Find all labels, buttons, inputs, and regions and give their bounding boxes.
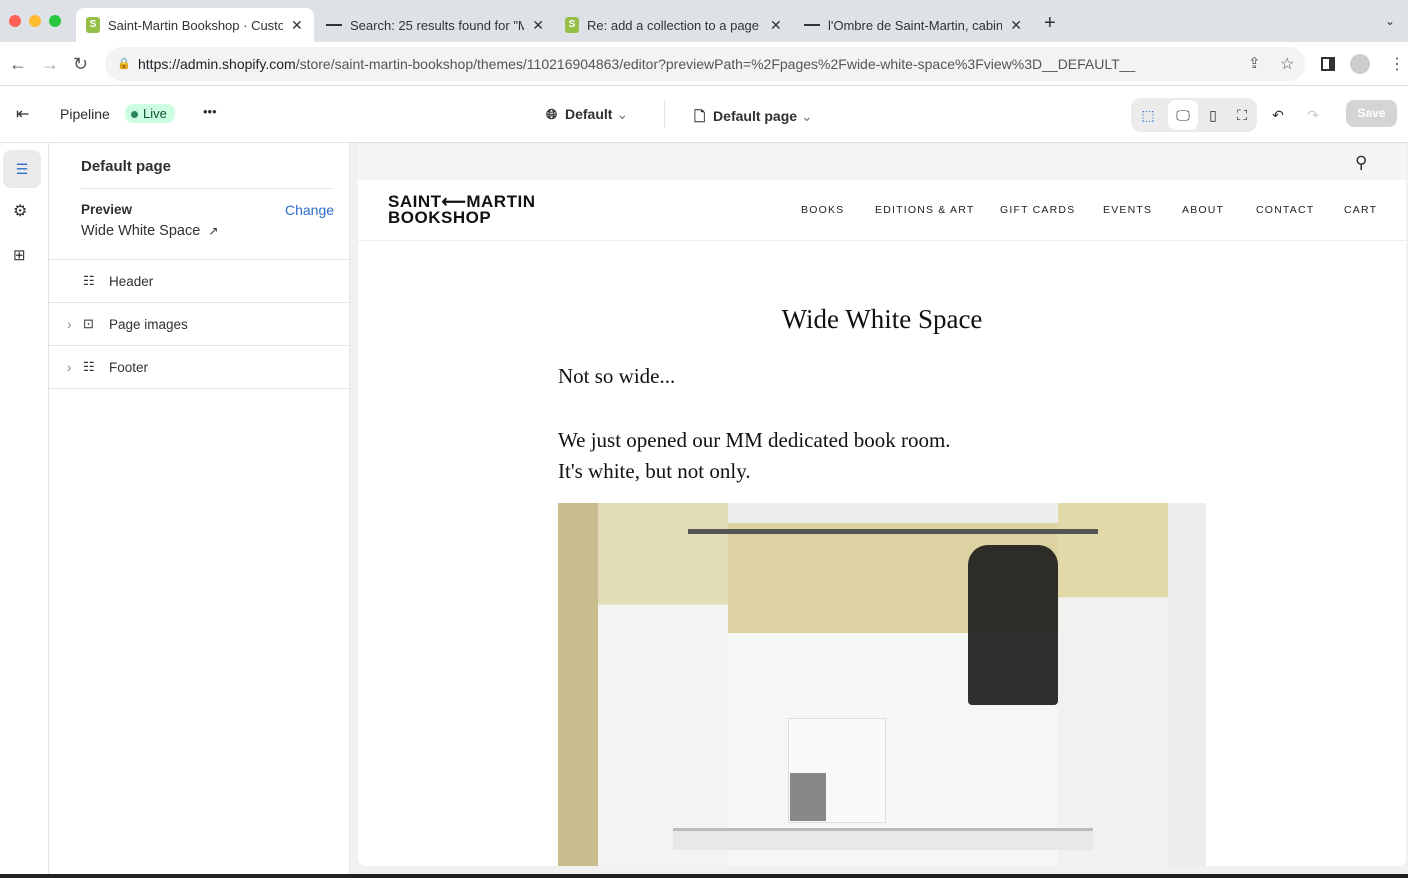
page-icon: 🗋 — [694, 108, 706, 124]
fullscreen-icon[interactable]: ⛶ — [1227, 100, 1257, 130]
redo-icon[interactable]: ↷ — [1298, 100, 1328, 130]
close-window-button[interactable] — [9, 15, 21, 27]
theme-name: Pipeline — [60, 106, 110, 122]
inspector-icon[interactable]: ⬚ — [1133, 100, 1163, 130]
external-link-icon: ↗ — [208, 224, 219, 238]
share-icon[interactable]: ⇪ — [1248, 54, 1261, 72]
preview-label: Preview — [81, 202, 133, 217]
body-text: We just opened our MM dedicated book roo… — [558, 428, 951, 452]
sidebar-title: Default page — [81, 158, 172, 175]
search-icon[interactable]: ⚲ — [1355, 153, 1367, 173]
app-blocks-icon[interactable]: ⊞ — [13, 246, 26, 264]
editor-topbar: ⇤ Pipeline Live ••• 🌐︎ Default ⌄ 🗋 Defau… — [0, 86, 1408, 143]
nav-cart[interactable]: CART — [1344, 204, 1377, 216]
more-actions-button[interactable]: ••• — [203, 104, 217, 119]
nav-gift-cards[interactable]: GIFT CARDS — [1000, 204, 1075, 216]
reload-button[interactable]: ↻ — [73, 54, 88, 75]
close-tab-icon[interactable]: ✕ — [532, 17, 544, 34]
header-icon: ☷ — [83, 273, 95, 288]
minimize-window-button[interactable] — [29, 15, 41, 27]
desktop-view-icon[interactable]: 🖵 — [1168, 100, 1198, 130]
browser-tab[interactable]: Search: 25 results found for "MM"✕ — [316, 8, 554, 42]
forward-button[interactable]: → — [41, 54, 59, 75]
chevron-right-icon: › — [67, 316, 72, 332]
undo-icon[interactable]: ↶ — [1263, 100, 1293, 130]
sections-icon[interactable]: ☰ — [3, 150, 41, 188]
back-button[interactable]: ← — [9, 54, 27, 75]
url-input[interactable]: 🔒 https://admin.shopify.com/store/saint-m… — [105, 47, 1305, 81]
preview-page-link[interactable]: Wide White Space ↗ — [81, 223, 218, 239]
nav-books[interactable]: BOOKS — [801, 204, 844, 216]
body-text: It's white, but not only. — [558, 459, 751, 483]
store-preview: ⚲ SAINT⟵MARTIN BOOKSHOP BOOKS EDITIONS & … — [358, 144, 1406, 866]
section-page-images[interactable]: › ⊡ Page images — [49, 303, 349, 346]
browser-tab[interactable]: SRe: add a collection to a page - Shopif… — [555, 8, 793, 42]
address-bar-row: ← → ↻ 🔒 https://admin.shopify.com/store/s… — [0, 42, 1408, 86]
nav-editions-art[interactable]: EDITIONS & ART — [875, 204, 974, 216]
close-tab-icon[interactable]: ✕ — [770, 17, 782, 34]
shopify-icon: S — [565, 17, 579, 33]
globe-icon: 🌐︎ — [546, 106, 558, 122]
page-title: Wide White Space — [781, 304, 983, 334]
image-icon: ⊡ — [83, 316, 94, 331]
chevron-right-icon: › — [67, 359, 72, 375]
exit-icon[interactable]: ⇤ — [16, 104, 29, 124]
nav-contact[interactable]: CONTACT — [1256, 204, 1314, 216]
close-tab-icon[interactable]: ✕ — [291, 17, 303, 34]
nav-events[interactable]: EVENTS — [1103, 204, 1152, 216]
favicon-icon — [326, 24, 342, 34]
maximize-window-button[interactable] — [49, 15, 61, 27]
browser-tab[interactable]: l'Ombre de Saint-Martin, cabinet ✕ — [794, 8, 1032, 42]
close-tab-icon[interactable]: ✕ — [1010, 17, 1022, 34]
template-selector[interactable]: 🌐︎ Default ⌄ — [546, 106, 628, 123]
bookmark-star-icon[interactable]: ☆ — [1280, 54, 1294, 74]
profile-avatar[interactable] — [1350, 54, 1370, 74]
store-logo[interactable]: SAINT⟵MARTIN BOOKSHOP — [388, 193, 535, 226]
change-preview-link[interactable]: Change — [285, 202, 334, 218]
page-selector[interactable]: 🗋 Default page ⌄ — [694, 106, 813, 130]
browser-tab-bar: SSaint-Martin Bookshop · Customize✕ Sear… — [0, 0, 1408, 42]
save-button[interactable]: Save — [1346, 100, 1397, 127]
footer-icon: ☷ — [83, 359, 95, 374]
section-footer[interactable]: › ☷ Footer — [49, 346, 349, 389]
new-tab-button[interactable]: + — [1044, 12, 1056, 35]
gear-icon[interactable]: ⚙ — [13, 201, 27, 221]
shopify-icon: S — [86, 17, 100, 33]
sidebar: Default page Preview Change Wide White S… — [49, 143, 350, 878]
lock-icon: 🔒 — [117, 58, 131, 70]
left-rail: ☰ ⚙ ⊞ — [0, 143, 49, 878]
side-panel-icon[interactable] — [1321, 57, 1335, 71]
browser-menu-icon[interactable]: ⋮ — [1389, 54, 1405, 74]
section-header[interactable]: ☷ Header — [49, 260, 349, 303]
browser-tab[interactable]: SSaint-Martin Bookshop · Customize✕ — [76, 8, 314, 42]
room-photo — [558, 503, 1206, 866]
nav-about[interactable]: ABOUT — [1182, 204, 1224, 216]
tab-list-chevron-icon[interactable]: ⌄ — [1385, 14, 1395, 28]
favicon-icon — [804, 24, 820, 34]
mobile-view-icon[interactable]: ▯ — [1198, 100, 1228, 130]
status-badge: Live — [125, 104, 175, 123]
body-text: Not so wide... — [558, 364, 676, 388]
